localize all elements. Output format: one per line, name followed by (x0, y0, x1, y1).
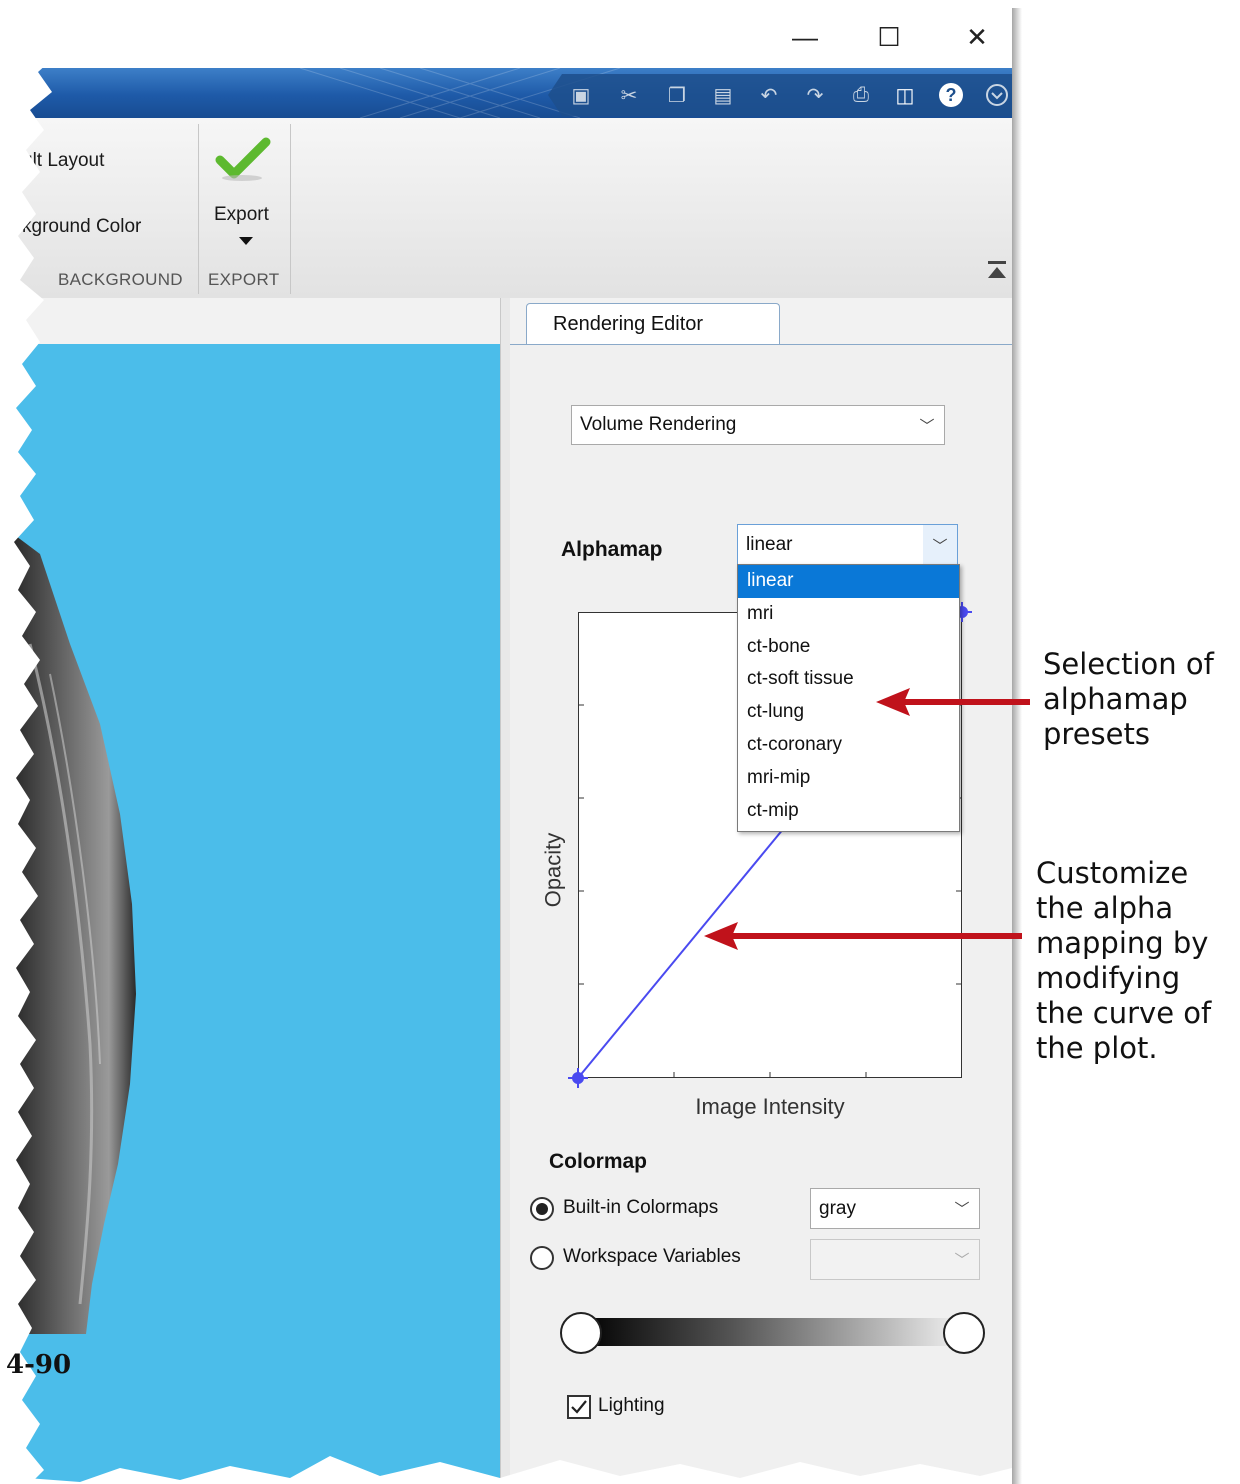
curve-annotation: Customize the alpha mapping by modifying… (1036, 856, 1212, 1065)
presets-annotation: Selection of alphamap presets (1043, 647, 1214, 751)
page-number: 4-90 (6, 1350, 72, 1380)
